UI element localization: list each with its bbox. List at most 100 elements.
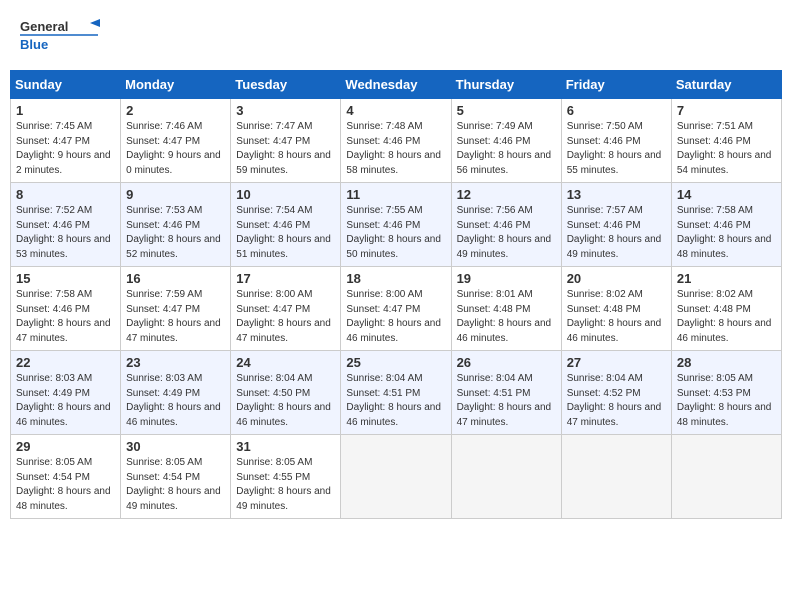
sunrise-label: Sunrise: 8:04 AM <box>457 373 533 384</box>
sunset-label: Sunset: 4:49 PM <box>126 388 200 399</box>
day-info: Sunrise: 8:05 AM Sunset: 4:54 PM Dayligh… <box>126 456 225 514</box>
calendar-cell: 8 Sunrise: 7:52 AM Sunset: 4:46 PM Dayli… <box>11 183 121 267</box>
sunset-label: Sunset: 4:47 PM <box>236 136 310 147</box>
sunrise-label: Sunrise: 7:54 AM <box>236 205 312 216</box>
sunrise-label: Sunrise: 8:02 AM <box>567 289 643 300</box>
calendar-cell: 15 Sunrise: 7:58 AM Sunset: 4:46 PM Dayl… <box>11 267 121 351</box>
sunrise-label: Sunrise: 7:48 AM <box>346 121 422 132</box>
calendar-cell: 11 Sunrise: 7:55 AM Sunset: 4:46 PM Dayl… <box>341 183 451 267</box>
sunrise-label: Sunrise: 7:55 AM <box>346 205 422 216</box>
day-info: Sunrise: 8:05 AM Sunset: 4:53 PM Dayligh… <box>677 372 776 430</box>
daylight-label: Daylight: 8 hours and 48 minutes. <box>16 486 111 512</box>
daylight-label: Daylight: 8 hours and 51 minutes. <box>236 234 331 260</box>
sunrise-label: Sunrise: 8:00 AM <box>236 289 312 300</box>
sunset-label: Sunset: 4:48 PM <box>457 304 531 315</box>
day-info: Sunrise: 7:47 AM Sunset: 4:47 PM Dayligh… <box>236 120 335 178</box>
day-info: Sunrise: 8:03 AM Sunset: 4:49 PM Dayligh… <box>126 372 225 430</box>
day-info: Sunrise: 7:55 AM Sunset: 4:46 PM Dayligh… <box>346 204 445 262</box>
day-number: 19 <box>457 271 556 286</box>
day-info: Sunrise: 7:56 AM Sunset: 4:46 PM Dayligh… <box>457 204 556 262</box>
day-info: Sunrise: 7:48 AM Sunset: 4:46 PM Dayligh… <box>346 120 445 178</box>
daylight-label: Daylight: 8 hours and 46 minutes. <box>346 318 441 344</box>
day-number: 11 <box>346 187 445 202</box>
sunrise-label: Sunrise: 8:04 AM <box>236 373 312 384</box>
calendar-cell: 4 Sunrise: 7:48 AM Sunset: 4:46 PM Dayli… <box>341 99 451 183</box>
calendar-cell: 20 Sunrise: 8:02 AM Sunset: 4:48 PM Dayl… <box>561 267 671 351</box>
day-info: Sunrise: 7:52 AM Sunset: 4:46 PM Dayligh… <box>16 204 115 262</box>
sunrise-label: Sunrise: 8:05 AM <box>126 457 202 468</box>
day-number: 25 <box>346 355 445 370</box>
day-info: Sunrise: 7:46 AM Sunset: 4:47 PM Dayligh… <box>126 120 225 178</box>
calendar-cell: 21 Sunrise: 8:02 AM Sunset: 4:48 PM Dayl… <box>671 267 781 351</box>
calendar-cell <box>561 435 671 519</box>
day-info: Sunrise: 8:03 AM Sunset: 4:49 PM Dayligh… <box>16 372 115 430</box>
day-number: 17 <box>236 271 335 286</box>
day-number: 20 <box>567 271 666 286</box>
week-row-4: 22 Sunrise: 8:03 AM Sunset: 4:49 PM Dayl… <box>11 351 782 435</box>
sunset-label: Sunset: 4:47 PM <box>236 304 310 315</box>
sunset-label: Sunset: 4:49 PM <box>16 388 90 399</box>
daylight-label: Daylight: 9 hours and 0 minutes. <box>126 150 221 176</box>
sunrise-label: Sunrise: 7:45 AM <box>16 121 92 132</box>
calendar-cell: 17 Sunrise: 8:00 AM Sunset: 4:47 PM Dayl… <box>231 267 341 351</box>
day-number: 31 <box>236 439 335 454</box>
daylight-label: Daylight: 8 hours and 47 minutes. <box>457 402 552 428</box>
sunrise-label: Sunrise: 8:04 AM <box>567 373 643 384</box>
daylight-label: Daylight: 8 hours and 46 minutes. <box>457 318 552 344</box>
daylight-label: Daylight: 8 hours and 59 minutes. <box>236 150 331 176</box>
calendar-cell: 6 Sunrise: 7:50 AM Sunset: 4:46 PM Dayli… <box>561 99 671 183</box>
week-row-2: 8 Sunrise: 7:52 AM Sunset: 4:46 PM Dayli… <box>11 183 782 267</box>
daylight-label: Daylight: 8 hours and 47 minutes. <box>126 318 221 344</box>
sunrise-label: Sunrise: 7:58 AM <box>677 205 753 216</box>
day-number: 22 <box>16 355 115 370</box>
day-number: 27 <box>567 355 666 370</box>
day-number: 14 <box>677 187 776 202</box>
weekday-header-row: SundayMondayTuesdayWednesdayThursdayFrid… <box>11 71 782 99</box>
daylight-label: Daylight: 8 hours and 50 minutes. <box>346 234 441 260</box>
sunset-label: Sunset: 4:46 PM <box>346 136 420 147</box>
daylight-label: Daylight: 8 hours and 54 minutes. <box>677 150 772 176</box>
day-number: 15 <box>16 271 115 286</box>
day-info: Sunrise: 7:58 AM Sunset: 4:46 PM Dayligh… <box>16 288 115 346</box>
day-number: 24 <box>236 355 335 370</box>
day-number: 3 <box>236 103 335 118</box>
weekday-wednesday: Wednesday <box>341 71 451 99</box>
sunrise-label: Sunrise: 8:01 AM <box>457 289 533 300</box>
sunset-label: Sunset: 4:54 PM <box>126 472 200 483</box>
weekday-sunday: Sunday <box>11 71 121 99</box>
sunrise-label: Sunrise: 7:51 AM <box>677 121 753 132</box>
calendar-cell: 31 Sunrise: 8:05 AM Sunset: 4:55 PM Dayl… <box>231 435 341 519</box>
svg-text:Blue: Blue <box>20 37 48 52</box>
sunset-label: Sunset: 4:47 PM <box>126 304 200 315</box>
sunset-label: Sunset: 4:47 PM <box>16 136 90 147</box>
day-number: 13 <box>567 187 666 202</box>
calendar-cell: 14 Sunrise: 7:58 AM Sunset: 4:46 PM Dayl… <box>671 183 781 267</box>
weekday-friday: Friday <box>561 71 671 99</box>
day-info: Sunrise: 7:45 AM Sunset: 4:47 PM Dayligh… <box>16 120 115 178</box>
daylight-label: Daylight: 8 hours and 47 minutes. <box>16 318 111 344</box>
day-info: Sunrise: 8:04 AM Sunset: 4:50 PM Dayligh… <box>236 372 335 430</box>
sunset-label: Sunset: 4:46 PM <box>677 136 751 147</box>
page-header: General Blue <box>10 10 782 60</box>
weekday-saturday: Saturday <box>671 71 781 99</box>
sunset-label: Sunset: 4:51 PM <box>457 388 531 399</box>
calendar-cell: 10 Sunrise: 7:54 AM Sunset: 4:46 PM Dayl… <box>231 183 341 267</box>
sunrise-label: Sunrise: 8:05 AM <box>677 373 753 384</box>
calendar-cell: 23 Sunrise: 8:03 AM Sunset: 4:49 PM Dayl… <box>121 351 231 435</box>
day-info: Sunrise: 8:01 AM Sunset: 4:48 PM Dayligh… <box>457 288 556 346</box>
day-info: Sunrise: 8:02 AM Sunset: 4:48 PM Dayligh… <box>677 288 776 346</box>
day-info: Sunrise: 7:49 AM Sunset: 4:46 PM Dayligh… <box>457 120 556 178</box>
sunset-label: Sunset: 4:47 PM <box>126 136 200 147</box>
sunset-label: Sunset: 4:46 PM <box>567 136 641 147</box>
calendar-cell: 26 Sunrise: 8:04 AM Sunset: 4:51 PM Dayl… <box>451 351 561 435</box>
sunrise-label: Sunrise: 7:47 AM <box>236 121 312 132</box>
sunset-label: Sunset: 4:50 PM <box>236 388 310 399</box>
sunrise-label: Sunrise: 7:52 AM <box>16 205 92 216</box>
logo-svg: General Blue <box>20 15 100 55</box>
weekday-monday: Monday <box>121 71 231 99</box>
daylight-label: Daylight: 8 hours and 46 minutes. <box>567 318 662 344</box>
sunrise-label: Sunrise: 7:49 AM <box>457 121 533 132</box>
daylight-label: Daylight: 8 hours and 46 minutes. <box>126 402 221 428</box>
calendar-cell: 30 Sunrise: 8:05 AM Sunset: 4:54 PM Dayl… <box>121 435 231 519</box>
day-info: Sunrise: 7:58 AM Sunset: 4:46 PM Dayligh… <box>677 204 776 262</box>
